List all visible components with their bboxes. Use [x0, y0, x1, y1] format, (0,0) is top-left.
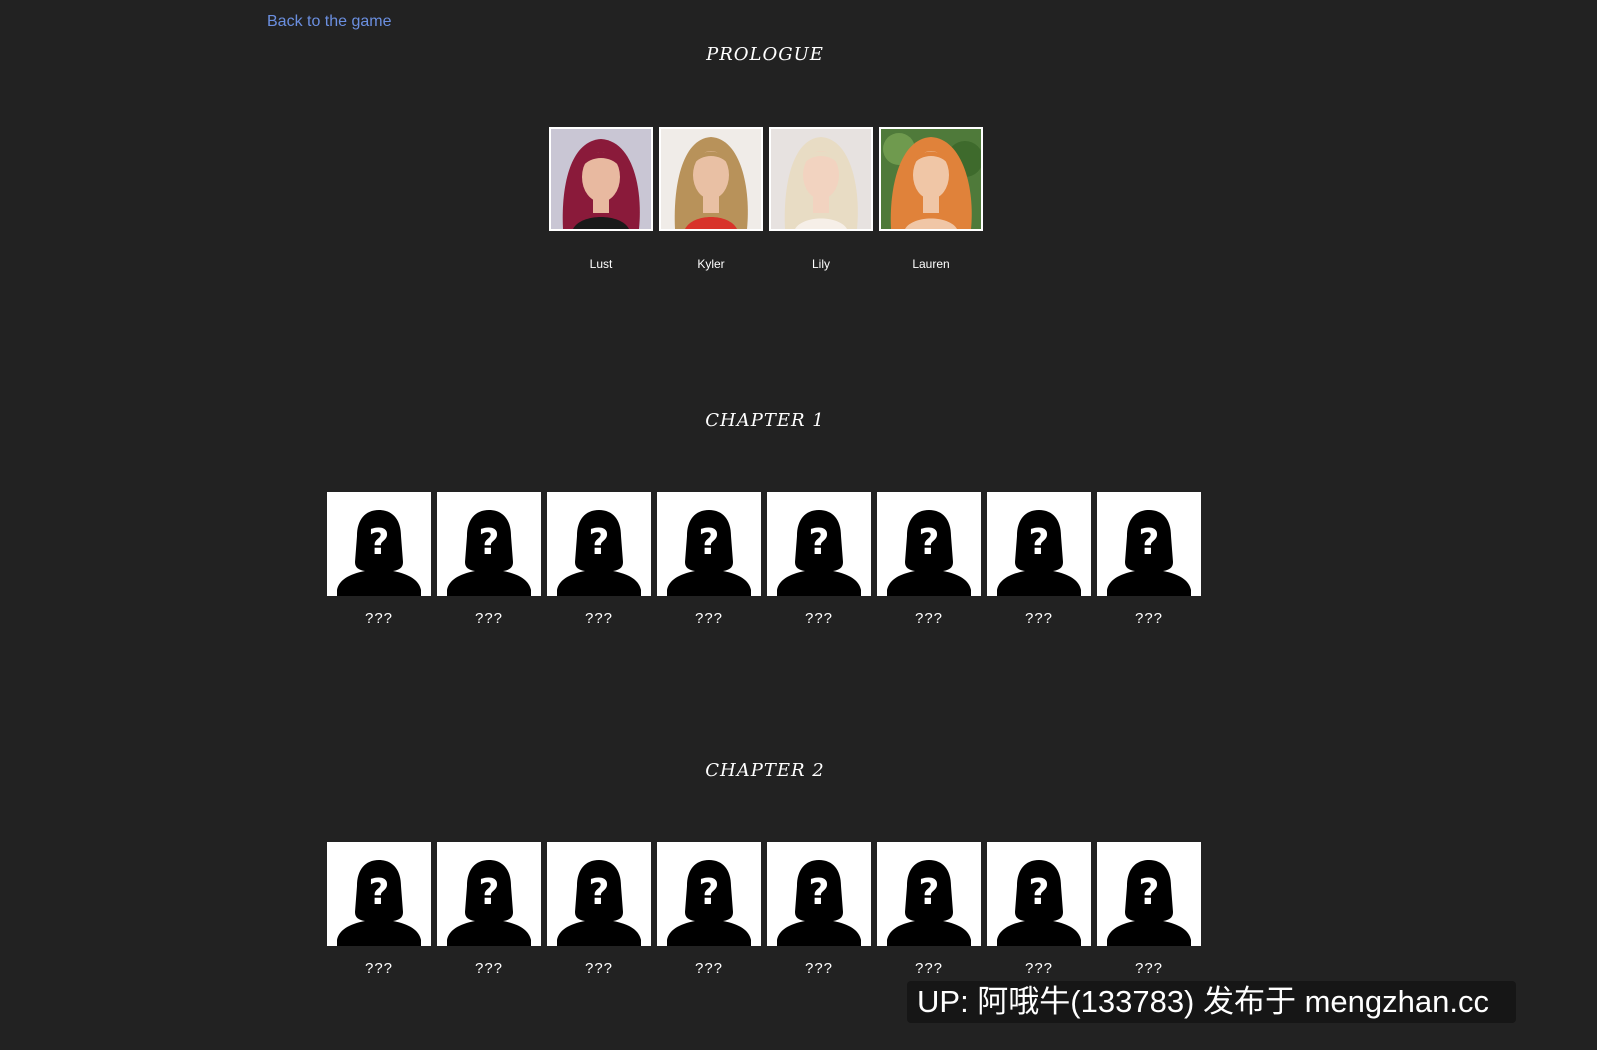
unknown-character-silhouette-icon: ? [767, 492, 871, 596]
prologue-character-row: Lust Kyler Lily Lauren [549, 127, 983, 271]
character-portrait [659, 127, 763, 231]
unknown-character-silhouette-icon: ? [547, 842, 651, 946]
locked-character-name: ??? [584, 610, 614, 627]
locked-character-name: ??? [804, 610, 834, 627]
locked-character-card[interactable]: ? ??? [767, 492, 871, 627]
locked-character-card[interactable]: ? ??? [437, 492, 541, 627]
chapter-1-character-row: ? ??? ? ??? ? ??? ? ??? ? ??? ? ??? ? ??… [327, 492, 1201, 627]
locked-character-card[interactable]: ? ??? [547, 842, 651, 977]
section-title-chapter-2: CHAPTER 2 [705, 760, 825, 781]
locked-character-card[interactable]: ? ??? [1097, 492, 1201, 627]
chapter-2-character-row: ? ??? ? ??? ? ??? ? ??? ? ??? ? ??? ? ??… [327, 842, 1201, 977]
svg-text:?: ? [589, 872, 610, 913]
locked-character-card[interactable]: ? ??? [327, 842, 431, 977]
locked-character-name: ??? [914, 610, 944, 627]
locked-character-card[interactable]: ? ??? [657, 842, 761, 977]
unknown-character-silhouette-icon: ? [657, 492, 761, 596]
locked-character-card[interactable]: ? ??? [877, 492, 981, 627]
unknown-character-silhouette-icon: ? [877, 842, 981, 946]
unknown-character-silhouette-icon: ? [437, 492, 541, 596]
svg-text:?: ? [699, 872, 720, 913]
character-name: Lily [811, 257, 830, 271]
locked-character-name: ??? [694, 960, 724, 977]
unknown-character-silhouette-icon: ? [767, 842, 871, 946]
character-portrait [769, 127, 873, 231]
locked-character-name: ??? [364, 960, 394, 977]
character-portrait [549, 127, 653, 231]
locked-character-name: ??? [364, 610, 394, 627]
character-name: Kyler [697, 257, 725, 271]
locked-character-card[interactable]: ? ??? [987, 492, 1091, 627]
locked-character-name: ??? [1024, 960, 1054, 977]
svg-text:?: ? [479, 872, 500, 913]
svg-text:?: ? [699, 522, 720, 563]
locked-character-name: ??? [694, 610, 724, 627]
character-card[interactable]: Lauren [879, 127, 983, 271]
character-name: Lust [589, 257, 613, 271]
character-portrait [879, 127, 983, 231]
svg-text:?: ? [369, 872, 390, 913]
locked-character-name: ??? [1024, 610, 1054, 627]
character-name: Lauren [912, 257, 950, 271]
svg-text:?: ? [369, 522, 390, 563]
svg-text:?: ? [919, 522, 940, 563]
svg-text:?: ? [589, 522, 610, 563]
unknown-character-silhouette-icon: ? [987, 492, 1091, 596]
locked-character-name: ??? [1134, 960, 1164, 977]
character-card[interactable]: Lust [549, 127, 653, 271]
svg-text:?: ? [1029, 872, 1050, 913]
gallery-page: Back to the game PROLOGUE Lust Kyler Lil… [0, 0, 1597, 1050]
section-title-chapter-1: CHAPTER 1 [705, 410, 825, 431]
svg-text:?: ? [809, 522, 830, 563]
locked-character-card[interactable]: ? ??? [437, 842, 541, 977]
svg-text:?: ? [809, 872, 830, 913]
locked-character-name: ??? [474, 610, 504, 627]
unknown-character-silhouette-icon: ? [1097, 492, 1201, 596]
unknown-character-silhouette-icon: ? [1097, 842, 1201, 946]
character-card[interactable]: Kyler [659, 127, 763, 271]
locked-character-card[interactable]: ? ??? [987, 842, 1091, 977]
unknown-character-silhouette-icon: ? [547, 492, 651, 596]
locked-character-card[interactable]: ? ??? [1097, 842, 1201, 977]
watermark-overlay: UP: 阿哦牛(133783) 发布于 mengzhan.cc [907, 981, 1516, 1023]
svg-text:?: ? [919, 872, 940, 913]
locked-character-name: ??? [914, 960, 944, 977]
locked-character-name: ??? [584, 960, 614, 977]
locked-character-card[interactable]: ? ??? [327, 492, 431, 627]
section-title-prologue: PROLOGUE [706, 44, 824, 65]
locked-character-card[interactable]: ? ??? [767, 842, 871, 977]
back-to-game-link[interactable]: Back to the game [267, 13, 392, 31]
unknown-character-silhouette-icon: ? [327, 492, 431, 596]
locked-character-name: ??? [474, 960, 504, 977]
unknown-character-silhouette-icon: ? [437, 842, 541, 946]
locked-character-card[interactable]: ? ??? [547, 492, 651, 627]
svg-text:?: ? [479, 522, 500, 563]
character-card[interactable]: Lily [769, 127, 873, 271]
locked-character-name: ??? [804, 960, 834, 977]
unknown-character-silhouette-icon: ? [987, 842, 1091, 946]
unknown-character-silhouette-icon: ? [327, 842, 431, 946]
unknown-character-silhouette-icon: ? [657, 842, 761, 946]
locked-character-card[interactable]: ? ??? [657, 492, 761, 627]
svg-text:?: ? [1029, 522, 1050, 563]
locked-character-name: ??? [1134, 610, 1164, 627]
locked-character-card[interactable]: ? ??? [877, 842, 981, 977]
svg-text:?: ? [1139, 872, 1160, 913]
svg-text:?: ? [1139, 522, 1160, 563]
unknown-character-silhouette-icon: ? [877, 492, 981, 596]
